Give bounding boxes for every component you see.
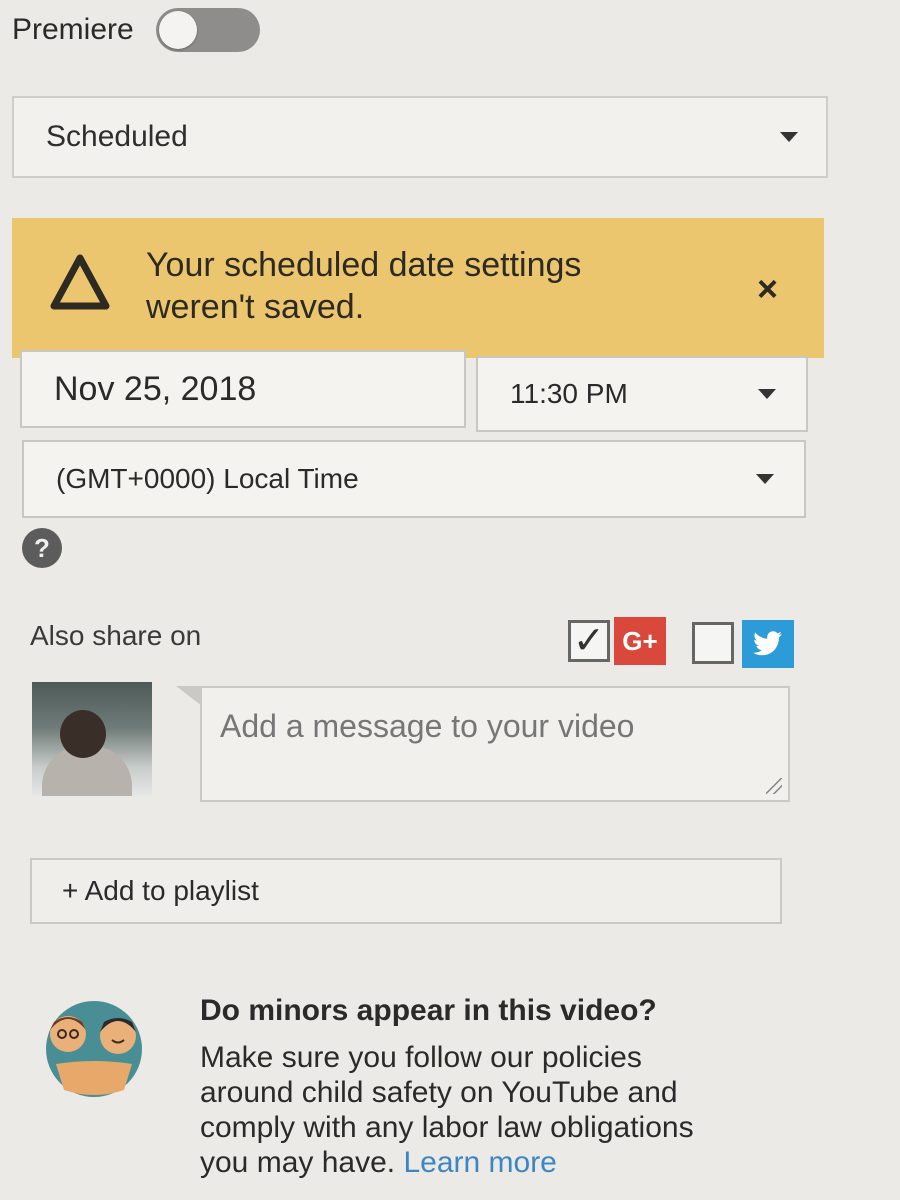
timezone-value: (GMT+0000) Local Time	[56, 463, 359, 494]
chevron-down-icon	[780, 132, 798, 142]
date-value: Nov 25, 2018	[54, 369, 257, 408]
chevron-down-icon	[756, 474, 774, 484]
share-label: Also share on	[30, 620, 202, 651]
premiere-label: Premiere	[12, 13, 134, 46]
close-icon[interactable]: ×	[757, 268, 778, 310]
minors-description-line: you may have. Learn more	[200, 1145, 820, 1180]
premiere-toggle[interactable]	[155, 8, 260, 52]
time-select[interactable]: 11:30 PM	[476, 356, 808, 432]
toggle-knob	[158, 11, 197, 49]
minors-description-text: you may have.	[200, 1146, 396, 1179]
upload-settings-panel: Premiere Scheduled Your scheduled date s…	[0, 0, 900, 1200]
learn-more-link[interactable]: Learn more	[403, 1146, 556, 1179]
minors-description: Make sure you follow our policies around…	[200, 1040, 820, 1180]
timezone-select[interactable]: (GMT+0000) Local Time	[22, 440, 806, 518]
avatar	[32, 682, 152, 796]
date-field[interactable]: Nov 25, 2018	[20, 350, 466, 428]
premiere-row: Premiere	[12, 8, 260, 52]
message-input[interactable]: Add a message to your video	[200, 686, 790, 802]
visibility-select-value: Scheduled	[46, 120, 188, 153]
visibility-select[interactable]: Scheduled	[12, 96, 828, 178]
minors-title: Do minors appear in this video?	[200, 994, 657, 1027]
warning-banner: Your scheduled date settings weren't sav…	[12, 218, 824, 358]
help-icon[interactable]: ?	[22, 528, 62, 568]
checkmark-icon: ✓	[573, 620, 605, 662]
google-plus-icon: G+	[614, 617, 666, 665]
twitter-bird-icon	[753, 631, 782, 656]
chevron-down-icon	[758, 389, 776, 399]
avatar-head	[60, 710, 106, 758]
time-value: 11:30 PM	[510, 378, 628, 409]
add-to-playlist-label: + Add to playlist	[62, 875, 259, 906]
twitter-icon	[742, 620, 794, 668]
resize-handle-icon[interactable]	[766, 778, 782, 794]
twitter-checkbox[interactable]	[692, 622, 734, 664]
warning-message: Your scheduled date settings weren't sav…	[146, 244, 706, 328]
warning-message-line: weren't saved.	[146, 288, 365, 326]
message-placeholder: Add a message to your video	[220, 708, 635, 744]
message-pointer	[176, 686, 202, 706]
children-illustration-icon	[46, 1001, 142, 1097]
warning-icon	[50, 254, 110, 310]
warning-message-line: Your scheduled date settings	[146, 246, 582, 284]
minors-description-line: Make sure you follow our policies	[200, 1041, 642, 1074]
google-plus-checkbox[interactable]: ✓	[568, 620, 610, 662]
minors-description-line: around child safety on YouTube and	[200, 1076, 678, 1109]
add-to-playlist-button[interactable]: + Add to playlist	[30, 858, 782, 924]
minors-description-line: comply with any labor law obligations	[200, 1111, 694, 1144]
